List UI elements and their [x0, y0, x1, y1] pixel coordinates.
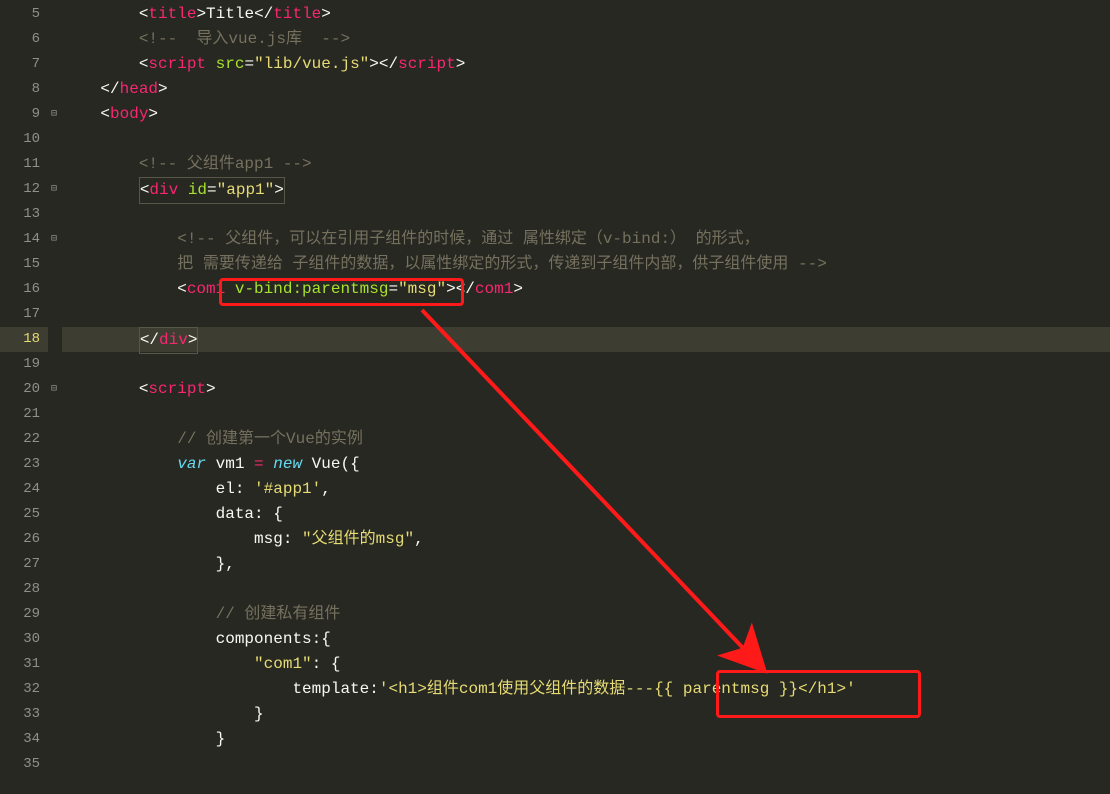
code-line[interactable]: <body> [62, 102, 1110, 127]
line-number[interactable]: 34 [0, 727, 48, 752]
line-number[interactable]: 24 [0, 477, 48, 502]
line-number[interactable]: 10 [0, 127, 48, 152]
code-line[interactable]: template:'<h1>组件com1使用父组件的数据---{{ parent… [62, 677, 1110, 702]
line-number[interactable]: 29 [0, 602, 48, 627]
fold-icon[interactable]: ⊟ [48, 177, 60, 202]
code-line[interactable]: <com1 v-bind:parentmsg="msg"></com1> [62, 277, 1110, 302]
line-number[interactable]: 9⊟ [0, 102, 48, 127]
code-line[interactable]: <!-- 父组件，可以在引用子组件的时候，通过 属性绑定（v-bind:） 的形… [62, 227, 1110, 252]
code-line[interactable]: "com1": { [62, 652, 1110, 677]
code-line[interactable]: // 创建第一个Vue的实例 [62, 427, 1110, 452]
code-line[interactable] [62, 402, 1110, 427]
code-line[interactable]: data: { [62, 502, 1110, 527]
line-number[interactable]: 30 [0, 627, 48, 652]
code-line[interactable]: // 创建私有组件 [62, 602, 1110, 627]
line-number[interactable]: 5 [0, 2, 48, 27]
line-number[interactable]: 27 [0, 552, 48, 577]
line-number[interactable]: 6 [0, 27, 48, 52]
line-number[interactable]: 33 [0, 702, 48, 727]
fold-icon[interactable]: ⊟ [48, 227, 60, 252]
code-line[interactable]: var vm1 = new Vue({ [62, 452, 1110, 477]
fold-icon[interactable]: ⊟ [48, 102, 60, 127]
code-line[interactable]: <!-- 导入vue.js库 --> [62, 27, 1110, 52]
code-line-current[interactable]: </div> [62, 327, 1110, 352]
line-number[interactable]: 13 [0, 202, 48, 227]
code-line[interactable] [62, 352, 1110, 377]
line-number-current[interactable]: 18 [0, 327, 48, 352]
code-line[interactable]: } [62, 727, 1110, 752]
code-line[interactable]: <!-- 父组件app1 --> [62, 152, 1110, 177]
line-number[interactable]: 8 [0, 77, 48, 102]
fold-icon[interactable]: ⊟ [48, 377, 60, 402]
code-line[interactable]: <title>Title</title> [62, 2, 1110, 27]
line-number[interactable]: 7 [0, 52, 48, 77]
line-gutter: 5 6 7 8 9⊟ 10 11 12⊟ 13 14⊟ 15 16 17 18 … [0, 0, 48, 794]
line-number[interactable]: 20⊟ [0, 377, 48, 402]
line-number[interactable]: 19 [0, 352, 48, 377]
code-line[interactable]: } [62, 702, 1110, 727]
line-number[interactable]: 31 [0, 652, 48, 677]
code-line[interactable]: <div id="app1"> [62, 177, 1110, 202]
line-number[interactable]: 17 [0, 302, 48, 327]
code-line[interactable] [62, 202, 1110, 227]
code-line[interactable]: }, [62, 552, 1110, 577]
code-line[interactable]: 把 需要传递给 子组件的数据，以属性绑定的形式，传递到子组件内部，供子组件使用 … [62, 252, 1110, 277]
line-number[interactable]: 11 [0, 152, 48, 177]
code-editor: 5 6 7 8 9⊟ 10 11 12⊟ 13 14⊟ 15 16 17 18 … [0, 0, 1110, 794]
line-number[interactable]: 26 [0, 527, 48, 552]
code-line[interactable]: msg: "父组件的msg", [62, 527, 1110, 552]
line-number[interactable]: 21 [0, 402, 48, 427]
line-number[interactable]: 16 [0, 277, 48, 302]
code-line[interactable]: <script src="lib/vue.js"></script> [62, 52, 1110, 77]
line-number[interactable]: 35 [0, 752, 48, 777]
code-line[interactable]: components:{ [62, 627, 1110, 652]
code-line[interactable] [62, 752, 1110, 777]
code-line[interactable] [62, 127, 1110, 152]
line-number[interactable]: 23 [0, 452, 48, 477]
code-line[interactable] [62, 577, 1110, 602]
line-number[interactable]: 25 [0, 502, 48, 527]
code-line[interactable]: <script> [62, 377, 1110, 402]
code-line[interactable]: el: '#app1', [62, 477, 1110, 502]
code-line[interactable] [62, 302, 1110, 327]
line-number[interactable]: 32 [0, 677, 48, 702]
line-number[interactable]: 22 [0, 427, 48, 452]
code-area[interactable]: <title>Title</title> <!-- 导入vue.js库 --> … [62, 0, 1110, 794]
line-number[interactable]: 12⊟ [0, 177, 48, 202]
line-number[interactable]: 14⊟ [0, 227, 48, 252]
code-line[interactable]: </head> [62, 77, 1110, 102]
line-number[interactable]: 28 [0, 577, 48, 602]
line-number[interactable]: 15 [0, 252, 48, 277]
